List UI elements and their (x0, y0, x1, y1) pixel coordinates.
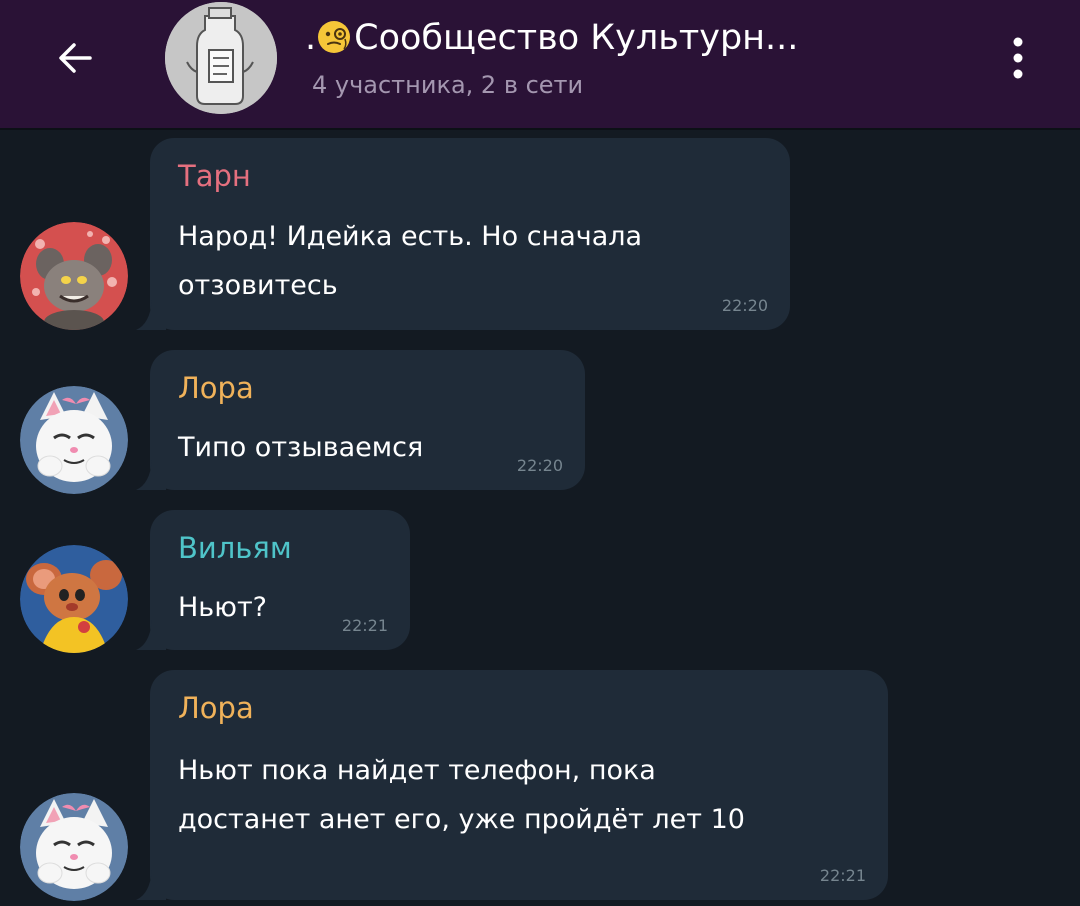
menu-button[interactable] (990, 28, 1046, 88)
title-text: Сообщество Культурн... (354, 18, 799, 58)
message-time: 22:21 (819, 866, 866, 885)
bubble-tail (136, 300, 166, 330)
face-with-monocle-icon (318, 21, 351, 53)
message-text-line: Типо отзываемся (178, 432, 424, 463)
white-cat-avatar[interactable] (20, 386, 128, 494)
bubble-tail (136, 460, 166, 490)
group-avatar[interactable] (165, 2, 277, 114)
bubble-tail (136, 870, 166, 900)
chat-header: . Сообщество Культурн... 4 участника, 2 … (0, 0, 1080, 128)
rat-avatar[interactable] (20, 222, 128, 330)
message-bubble[interactable]: Тарн Народ! Идейка есть. Но сначала отзо… (136, 138, 790, 330)
white-cat-avatar[interactable] (20, 793, 128, 901)
chat-subtitle: 4 участника, 2 в сети (312, 71, 584, 99)
message-time: 22:21 (341, 616, 388, 635)
chat-title[interactable]: . Сообщество Культурн... (305, 10, 945, 66)
sender-name[interactable]: Тарн (178, 156, 251, 196)
arrow-left-icon (59, 43, 92, 73)
message-text-line: Ньют пока найдет телефон, пока (178, 755, 656, 786)
message-bubble[interactable]: Вильям Ньют? 22:21 (136, 510, 410, 650)
sender-name[interactable]: Вильям (178, 528, 292, 568)
message-text-line: Народ! Идейка есть. Но сначала (178, 221, 643, 252)
message-bubble[interactable]: Лора Типо отзываемся 22:20 (136, 350, 585, 490)
bubble-tail (136, 620, 166, 650)
message-bubble[interactable]: Лора Ньют пока найдет телефон, пока дост… (136, 670, 888, 900)
message-text-line: достанет анет его, уже пройдёт лет 10 (178, 804, 745, 835)
message-time: 22:20 (516, 456, 563, 475)
message-time: 22:20 (721, 296, 768, 315)
sender-name[interactable]: Лора (178, 688, 254, 728)
sender-name[interactable]: Лора (178, 368, 254, 408)
back-button[interactable] (45, 28, 105, 88)
mouse-avatar[interactable] (20, 545, 128, 653)
message-text-line: Ньют? (178, 592, 268, 623)
title-prefix: . (305, 18, 317, 58)
message-text-line: отзовитесь (178, 270, 338, 301)
more-vertical-icon (1013, 37, 1023, 79)
